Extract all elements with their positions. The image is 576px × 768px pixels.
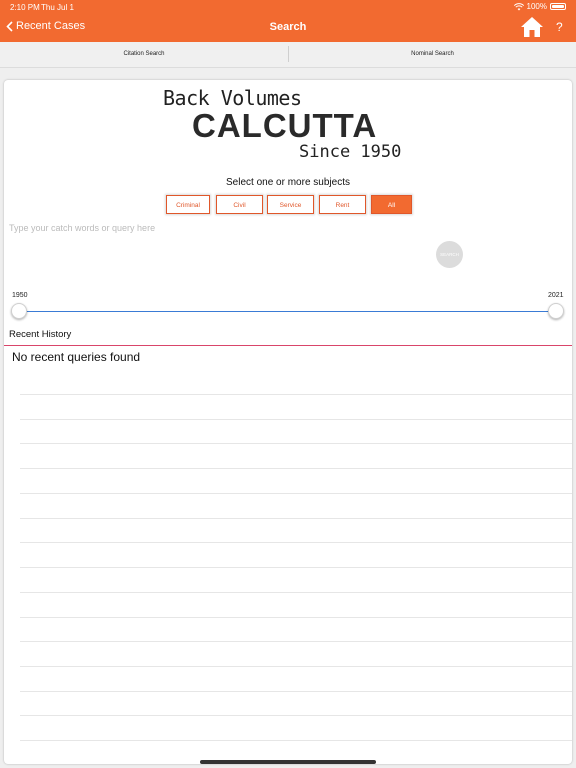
subject-chip-criminal[interactable]: Criminal xyxy=(166,195,210,214)
help-button[interactable]: ? xyxy=(556,20,563,34)
list-separator xyxy=(20,542,572,543)
year-range-track xyxy=(18,311,556,312)
list-separator xyxy=(20,592,572,593)
subject-chip-rent[interactable]: Rent xyxy=(319,195,366,214)
navigation-bar: 2:10 PM Thu Jul 1 100% Recent Cases Sear… xyxy=(0,0,576,42)
tab-citation-search[interactable]: Citation Search xyxy=(0,42,288,67)
status-time: 2:10 PM xyxy=(10,3,40,12)
list-separator xyxy=(20,518,572,519)
year-max-handle[interactable] xyxy=(548,303,564,319)
list-separator xyxy=(20,715,572,716)
subject-chip-service[interactable]: Service xyxy=(267,195,314,214)
tab-nominal-search[interactable]: Nominal Search xyxy=(289,42,576,67)
search-button[interactable]: SEARCH xyxy=(436,241,463,268)
search-card: Back Volumes CALCUTTA Since 1950 Select … xyxy=(4,80,572,764)
logo-line-3: Since 1950 xyxy=(299,142,402,162)
list-separator xyxy=(20,468,572,469)
status-date: Thu Jul 1 xyxy=(41,3,74,12)
page-title: Search xyxy=(269,21,307,33)
list-separator xyxy=(20,443,572,444)
recent-history-title: Recent History xyxy=(9,329,72,340)
list-separator xyxy=(20,641,572,642)
list-separator xyxy=(20,493,572,494)
subject-chip-civil[interactable]: Civil xyxy=(216,195,263,214)
battery-percentage: 100% xyxy=(526,2,547,11)
query-input[interactable]: Type your catch words or query here xyxy=(9,223,155,233)
list-separator xyxy=(20,419,572,420)
search-mode-tabs: Citation Search Nominal Search xyxy=(0,42,576,68)
wifi-icon xyxy=(513,2,524,10)
list-separator xyxy=(20,567,572,568)
list-separator xyxy=(20,740,572,741)
home-icon[interactable] xyxy=(520,16,544,38)
subject-chip-all[interactable]: All xyxy=(371,195,412,214)
year-max-label: 2021 xyxy=(548,292,564,299)
list-separator xyxy=(20,394,572,395)
year-min-handle[interactable] xyxy=(11,303,27,319)
status-indicators: 100% xyxy=(513,2,566,11)
list-separator xyxy=(20,617,572,618)
logo-line-2: CALCUTTA xyxy=(192,107,378,144)
year-min-label: 1950 xyxy=(12,292,28,299)
list-separator xyxy=(20,666,572,667)
empty-history-message: No recent queries found xyxy=(12,350,141,364)
battery-icon xyxy=(550,3,566,10)
list-separator xyxy=(20,691,572,692)
home-indicator[interactable] xyxy=(200,760,376,764)
recent-history-divider xyxy=(4,345,572,346)
subjects-prompt: Select one or more subjects xyxy=(226,177,350,188)
